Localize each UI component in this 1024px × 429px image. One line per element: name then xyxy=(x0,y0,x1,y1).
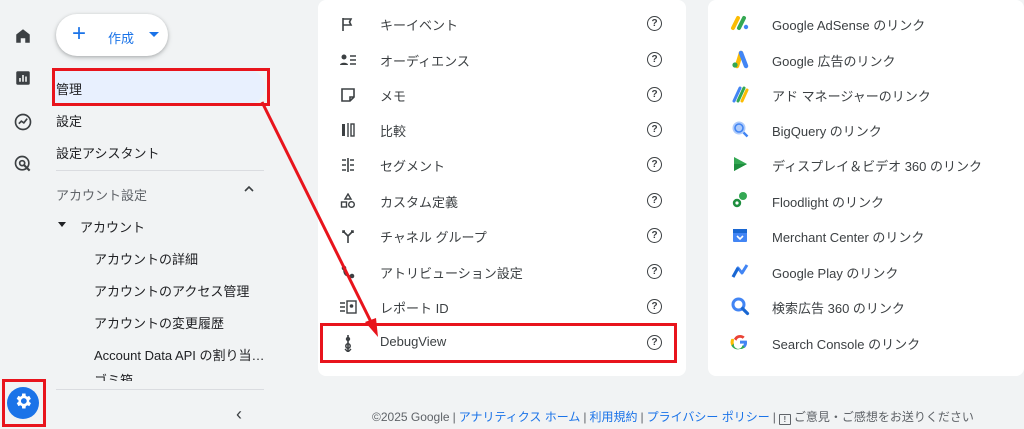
footer: ©2025 Google | アナリティクス ホーム | 利用規約 | プライバシー ポリシ… xyxy=(372,410,974,425)
feedback-icon[interactable]: ! xyxy=(778,414,791,425)
footer-feedback[interactable]: ご意見・ご感想をお送りください xyxy=(794,410,974,424)
footer-link-analytics-home[interactable]: アナリティクス ホーム xyxy=(459,410,581,424)
footer-link-terms[interactable]: 利用規約 xyxy=(589,410,637,424)
footer-copyright: ©2025 Google xyxy=(372,410,450,424)
footer-link-privacy[interactable]: プライバシー ポリシー xyxy=(647,410,770,424)
annotation-arrow xyxy=(260,101,378,337)
